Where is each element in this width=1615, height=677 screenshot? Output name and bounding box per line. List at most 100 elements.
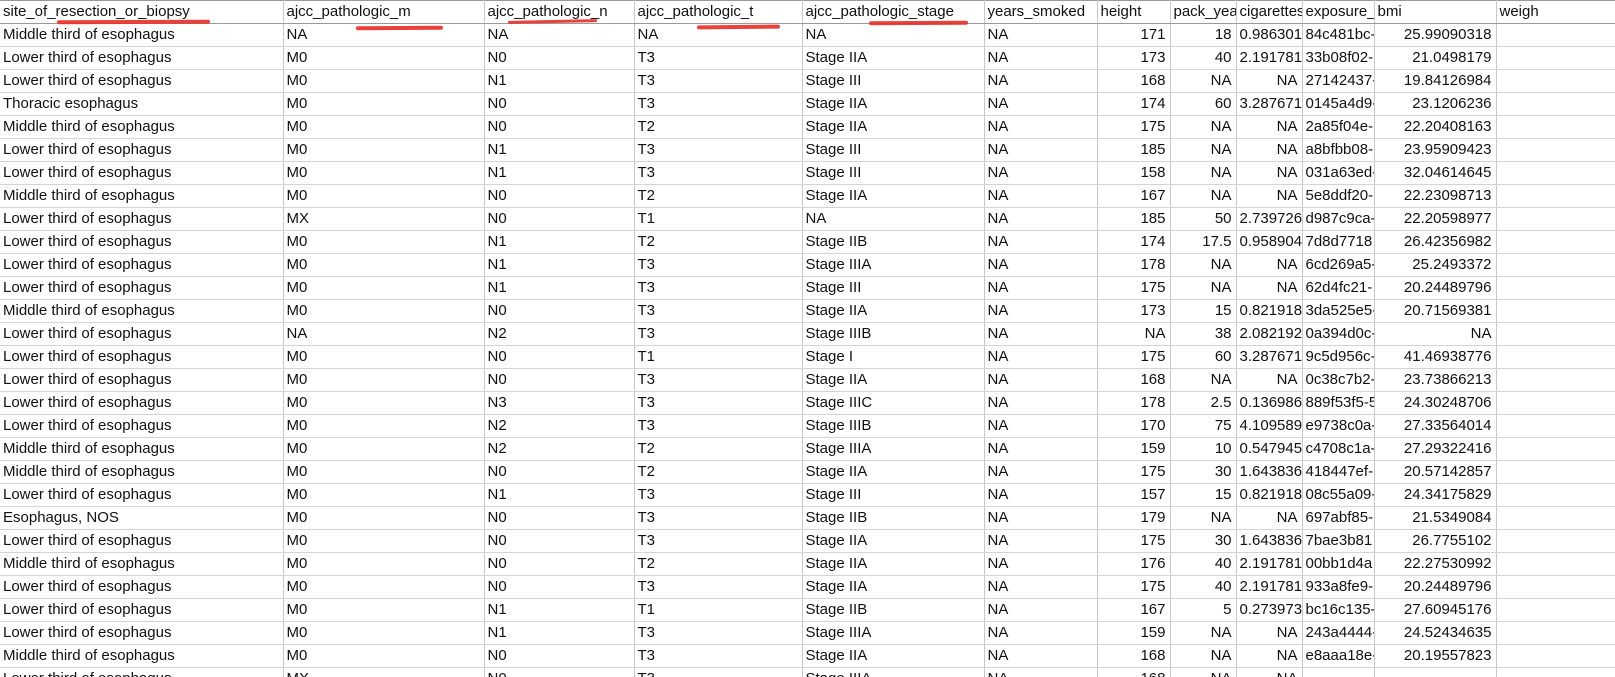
cell-ajcc-pathologic-stage[interactable]: Stage III xyxy=(802,69,985,93)
cell-cigarettes[interactable]: 0.136986 xyxy=(1236,391,1303,415)
cell-exposure[interactable]: d987c9ca- xyxy=(1302,207,1375,231)
cell-years-smoked[interactable]: NA xyxy=(984,621,1098,645)
cell-ajcc-pathologic-n[interactable]: N1 xyxy=(484,483,635,507)
cell-cigarettes[interactable]: 2.082192 xyxy=(1236,322,1303,346)
cell-years-smoked[interactable]: NA xyxy=(984,161,1098,185)
cell-ajcc-pathologic-t[interactable]: T2 xyxy=(634,460,803,484)
cell-bmi[interactable]: 27.60945176 xyxy=(1374,598,1497,622)
cell-weight[interactable] xyxy=(1496,46,1615,70)
cell-cigarettes[interactable]: 1.643836 xyxy=(1236,460,1303,484)
cell-ajcc-pathologic-n[interactable]: N0 xyxy=(484,92,635,116)
cell-site-of-resection-or-biopsy[interactable]: Lower third of esophagus xyxy=(0,207,284,231)
cell-exposure[interactable]: e9738c0a- xyxy=(1302,414,1375,438)
table-row[interactable]: Lower third of esophagus M0 N1 T3 Stage III N… xyxy=(0,483,1615,507)
cell-ajcc-pathologic-stage[interactable]: Stage III xyxy=(802,138,985,162)
table-row[interactable]: Lower third of esophagus MX N0 T1 NA NA 185 50 2… xyxy=(0,207,1615,231)
table-row[interactable]: Lower third of esophagus M0 N2 T3 Stage IIIB… xyxy=(0,414,1615,438)
cell-pack-years[interactable]: 15 xyxy=(1170,299,1237,323)
cell-ajcc-pathologic-t[interactable]: T1 xyxy=(634,207,803,231)
cell-cigarettes[interactable]: NA xyxy=(1236,667,1303,677)
cell-ajcc-pathologic-m[interactable]: M0 xyxy=(283,368,485,392)
cell-ajcc-pathologic-stage[interactable]: Stage IIA xyxy=(802,644,985,668)
cell-ajcc-pathologic-t[interactable]: T2 xyxy=(634,552,803,576)
cell-years-smoked[interactable]: NA xyxy=(984,299,1098,323)
cell-weight[interactable] xyxy=(1496,276,1615,300)
cell-height[interactable]: 171 xyxy=(1097,23,1171,47)
cell-ajcc-pathologic-m[interactable]: M0 xyxy=(283,644,485,668)
cell-pack-years[interactable]: 60 xyxy=(1170,92,1237,116)
cell-ajcc-pathologic-stage[interactable]: NA xyxy=(802,207,985,231)
table-row[interactable]: Lower third of esophagus M0 N1 T3 Stage IIIA… xyxy=(0,621,1615,645)
cell-years-smoked[interactable]: NA xyxy=(984,322,1098,346)
cell-ajcc-pathologic-m[interactable]: M0 xyxy=(283,575,485,599)
cell-bmi[interactable]: 20.57142857 xyxy=(1374,460,1497,484)
column-header-pack-years[interactable]: pack_year: xyxy=(1170,0,1237,24)
cell-ajcc-pathologic-stage[interactable]: Stage IIA xyxy=(802,368,985,392)
cell-ajcc-pathologic-stage[interactable]: Stage IIIA xyxy=(802,253,985,277)
cell-bmi[interactable]: 27.29322416 xyxy=(1374,437,1497,461)
cell-weight[interactable] xyxy=(1496,161,1615,185)
cell-ajcc-pathologic-stage[interactable]: Stage IIA xyxy=(802,184,985,208)
cell-pack-years[interactable]: NA xyxy=(1170,161,1237,185)
cell-exposure[interactable]: 7bae3b81 xyxy=(1302,529,1375,553)
cell-cigarettes[interactable]: 1.643836 xyxy=(1236,529,1303,553)
cell-pack-years[interactable]: 30 xyxy=(1170,529,1237,553)
cell-weight[interactable] xyxy=(1496,483,1615,507)
cell-height[interactable]: 174 xyxy=(1097,92,1171,116)
table-row[interactable]: Lower third of esophagus M0 N1 T3 Stage III N… xyxy=(0,161,1615,185)
cell-bmi[interactable]: 26.7755102 xyxy=(1374,529,1497,553)
table-row[interactable]: Lower third of esophagus NA N2 T3 Stage IIIB… xyxy=(0,322,1615,346)
cell-ajcc-pathologic-m[interactable]: MX xyxy=(283,667,485,677)
cell-site-of-resection-or-biopsy[interactable]: Middle third of esophagus xyxy=(0,184,284,208)
cell-ajcc-pathologic-stage[interactable]: Stage IIA xyxy=(802,460,985,484)
cell-cigarettes[interactable]: 2.191781 xyxy=(1236,575,1303,599)
cell-height[interactable]: 175 xyxy=(1097,460,1171,484)
cell-weight[interactable] xyxy=(1496,207,1615,231)
cell-ajcc-pathologic-n[interactable]: N2 xyxy=(484,322,635,346)
cell-ajcc-pathologic-stage[interactable]: Stage IIIA xyxy=(802,437,985,461)
cell-ajcc-pathologic-n[interactable]: N0 xyxy=(484,575,635,599)
cell-ajcc-pathologic-n[interactable]: N1 xyxy=(484,230,635,254)
cell-ajcc-pathologic-m[interactable]: M0 xyxy=(283,138,485,162)
cell-exposure[interactable]: 84c481bc- xyxy=(1302,23,1375,47)
cell-years-smoked[interactable]: NA xyxy=(984,529,1098,553)
column-header-bmi[interactable]: bmi xyxy=(1374,0,1497,24)
cell-weight[interactable] xyxy=(1496,575,1615,599)
cell-height[interactable]: 175 xyxy=(1097,345,1171,369)
cell-pack-years[interactable]: 5 xyxy=(1170,598,1237,622)
table-row[interactable]: Middle third of esophagus M0 N0 T2 Stage IIA… xyxy=(0,184,1615,208)
cell-ajcc-pathologic-t[interactable]: T2 xyxy=(634,437,803,461)
cell-cigarettes[interactable]: 3.287671 xyxy=(1236,92,1303,116)
cell-ajcc-pathologic-n[interactable]: N1 xyxy=(484,138,635,162)
cell-pack-years[interactable]: NA xyxy=(1170,184,1237,208)
table-row[interactable]: Lower third of esophagus M0 N0 T1 Stage I NA 1… xyxy=(0,345,1615,369)
cell-weight[interactable] xyxy=(1496,299,1615,323)
cell-ajcc-pathologic-stage[interactable]: Stage IIIA xyxy=(802,621,985,645)
cell-site-of-resection-or-biopsy[interactable]: Middle third of esophagus xyxy=(0,299,284,323)
cell-cigarettes[interactable]: 2.739726 xyxy=(1236,207,1303,231)
cell-height[interactable]: NA xyxy=(1097,322,1171,346)
cell-ajcc-pathologic-n[interactable]: N2 xyxy=(484,414,635,438)
cell-ajcc-pathologic-n[interactable]: N0 xyxy=(484,299,635,323)
cell-ajcc-pathologic-m[interactable]: M0 xyxy=(283,92,485,116)
table-row[interactable]: Lower third of esophagus M0 N0 T3 Stage IIA N… xyxy=(0,46,1615,70)
cell-cigarettes[interactable]: NA xyxy=(1236,115,1303,139)
cell-years-smoked[interactable]: NA xyxy=(984,92,1098,116)
cell-height[interactable]: 185 xyxy=(1097,207,1171,231)
cell-ajcc-pathologic-n[interactable]: N0 xyxy=(484,368,635,392)
cell-ajcc-pathologic-n[interactable]: N1 xyxy=(484,276,635,300)
cell-ajcc-pathologic-m[interactable]: M0 xyxy=(283,598,485,622)
cell-exposure[interactable]: 08c55a09- xyxy=(1302,483,1375,507)
cell-ajcc-pathologic-stage[interactable]: Stage III xyxy=(802,161,985,185)
cell-exposure[interactable]: 418447ef- xyxy=(1302,460,1375,484)
cell-ajcc-pathologic-stage[interactable]: Stage IIA xyxy=(802,529,985,553)
cell-ajcc-pathologic-t[interactable]: T3 xyxy=(634,414,803,438)
cell-bmi[interactable]: 20.71569381 xyxy=(1374,299,1497,323)
cell-cigarettes[interactable]: 0.547945 xyxy=(1236,437,1303,461)
cell-pack-years[interactable]: 40 xyxy=(1170,552,1237,576)
cell-bmi[interactable]: 41.46938776 xyxy=(1374,345,1497,369)
cell-ajcc-pathologic-n[interactable]: N3 xyxy=(484,391,635,415)
cell-ajcc-pathologic-m[interactable]: NA xyxy=(283,23,485,47)
cell-pack-years[interactable]: 17.5 xyxy=(1170,230,1237,254)
cell-ajcc-pathologic-stage[interactable]: Stage IIA xyxy=(802,46,985,70)
